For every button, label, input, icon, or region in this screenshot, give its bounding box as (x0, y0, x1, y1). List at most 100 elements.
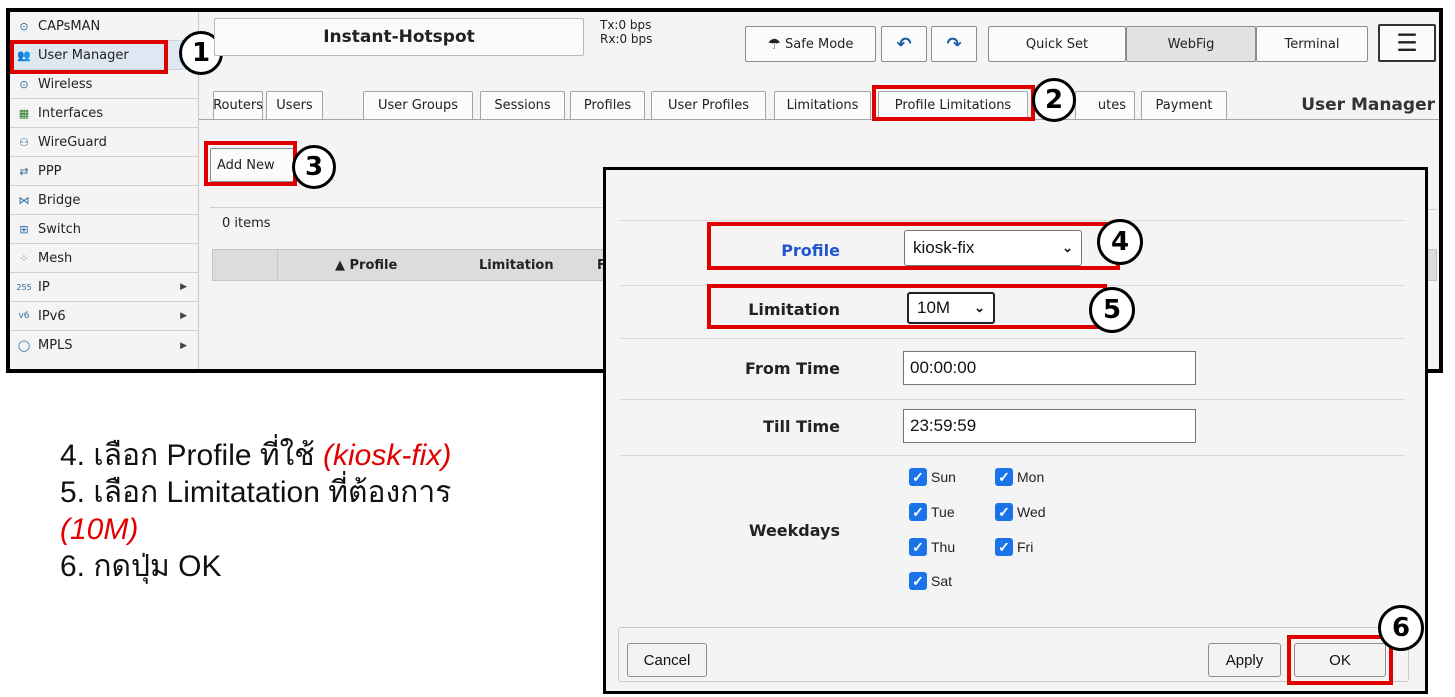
instruction-text: 4. เลือก Profile ที่ใช้ (60, 439, 323, 472)
sidebar-item-label: Interfaces (38, 105, 103, 121)
highlight-profile-limitations (872, 85, 1035, 121)
sidebar-item-label: CAPsMAN (38, 18, 101, 34)
highlight-limitation (707, 284, 1107, 329)
sidebar-item-wireless[interactable]: ⊙ Wireless (10, 70, 199, 99)
safe-mode-button[interactable]: ☂ Safe Mode (745, 26, 876, 62)
section-title: User Manager (1301, 95, 1435, 115)
checkbox-checked-icon: ✓ (909, 538, 927, 556)
mesh-icon: ⁘ (19, 251, 29, 265)
undo-button[interactable]: ↶ (881, 26, 927, 62)
step-3-marker: 3 (292, 145, 336, 189)
checkbox-label: Tue (931, 504, 955, 520)
tab-profiles[interactable]: Profiles (570, 91, 645, 119)
checkbox-checked-icon: ✓ (909, 468, 927, 486)
table-header: ▲ Profile Limitation F (212, 249, 612, 281)
till-time-label: Till Time (763, 417, 840, 436)
from-time-input[interactable]: 00:00:00 (903, 351, 1196, 385)
checkbox-sat[interactable]: ✓ Sat (909, 572, 952, 590)
step-2-marker: 2 (1032, 78, 1076, 122)
checkbox-checked-icon: ✓ (995, 538, 1013, 556)
checkbox-checked-icon: ✓ (909, 503, 927, 521)
ipv6-icon: v6 (18, 311, 30, 321)
column-header-profile[interactable]: ▲ Profile (335, 258, 397, 273)
dialog-divider (620, 220, 1405, 221)
umbrella-icon: ☂ (767, 35, 782, 53)
column-header-limitation[interactable]: Limitation (479, 258, 554, 273)
sidebar-item-bridge[interactable]: ⋈ Bridge (10, 186, 199, 215)
mpls-icon: ◯ (17, 339, 31, 352)
checkbox-wed[interactable]: ✓ Wed (995, 503, 1046, 521)
cancel-button[interactable]: Cancel (627, 643, 707, 677)
instruction-highlight: (kiosk-fix) (323, 439, 452, 472)
tx-rate: Tx:0 bps (600, 18, 652, 32)
traffic-readout: Tx:0 bps Rx:0 bps (600, 18, 710, 56)
highlight-ok (1287, 635, 1393, 685)
tab-attributes[interactable]: utes (1075, 91, 1135, 119)
quick-set-button[interactable]: Quick Set (988, 26, 1126, 62)
checkbox-mon[interactable]: ✓ Mon (995, 468, 1044, 486)
tab-limitations[interactable]: Limitations (774, 91, 871, 119)
redo-button[interactable]: ↷ (931, 26, 977, 62)
checkbox-label: Mon (1017, 469, 1045, 485)
sidebar-item-ip[interactable]: 255 IP ▶ (10, 273, 199, 302)
submenu-arrow-icon: ▶ (180, 282, 187, 292)
hamburger-icon: ☰ (1396, 29, 1418, 57)
sidebar-item-mpls[interactable]: ◯ MPLS ▶ (10, 331, 199, 360)
checkbox-fri[interactable]: ✓ Fri (995, 538, 1033, 556)
tab-sessions[interactable]: Sessions (480, 91, 565, 119)
sidebar-item-mesh[interactable]: ⁘ Mesh (10, 244, 199, 273)
tab-divider (199, 119, 1439, 120)
redo-icon: ↷ (946, 33, 962, 55)
highlight-profile (707, 222, 1120, 270)
tab-user-groups[interactable]: User Groups (363, 91, 473, 119)
tab-user-profiles[interactable]: User Profiles (651, 91, 766, 119)
submenu-arrow-icon: ▶ (180, 311, 187, 321)
sidebar-item-ipv6[interactable]: v6 IPv6 ▶ (10, 302, 199, 331)
sidebar-item-capsman[interactable]: ⊙ CAPsMAN (10, 12, 199, 41)
checkbox-tue[interactable]: ✓ Tue (909, 503, 955, 521)
instruction-step-5: 5. เลือก Limitatation ที่ต้องการ (60, 476, 452, 509)
hamburger-menu-button[interactable]: ☰ (1378, 24, 1436, 62)
ip-icon: 255 (16, 282, 32, 292)
safe-mode-label: Safe Mode (785, 36, 854, 52)
instruction-highlight: (10M) (60, 513, 139, 546)
sidebar-item-ppp[interactable]: ⇄ PPP (10, 157, 199, 186)
step-5-marker: 5 (1089, 287, 1135, 333)
checkbox-label: Sat (931, 573, 953, 589)
checkbox-label: Fri (1017, 539, 1034, 555)
checkbox-label: Thu (931, 539, 956, 555)
from-time-label: From Time (745, 359, 840, 378)
step-6-marker: 6 (1378, 605, 1424, 651)
sidebar-item-label: Mesh (38, 250, 73, 266)
wireless-icon: ⊙ (19, 77, 29, 91)
highlight-user-manager (10, 40, 168, 74)
wireguard-icon: ⚇ (19, 135, 29, 149)
sidebar-item-interfaces[interactable]: ▦ Interfaces (10, 99, 199, 128)
tab-routers[interactable]: Routers (213, 91, 263, 119)
sidebar-item-label: IPv6 (38, 308, 66, 324)
instruction-step-6: 6. กดปุ่ม OK (60, 550, 222, 583)
tab-users[interactable]: Users (266, 91, 323, 119)
column-divider (277, 250, 278, 280)
checkbox-checked-icon: ✓ (995, 503, 1013, 521)
weekdays-label: Weekdays (748, 521, 840, 540)
tab-payment[interactable]: Payment (1141, 91, 1227, 119)
apply-button[interactable]: Apply (1208, 643, 1281, 677)
checkbox-thu[interactable]: ✓ Thu (909, 538, 955, 556)
till-time-input[interactable]: 23:59:59 (903, 409, 1196, 443)
sidebar-item-wireguard[interactable]: ⚇ WireGuard (10, 128, 199, 157)
checkbox-sun[interactable]: ✓ Sun (909, 468, 956, 486)
dialog-divider (620, 399, 1405, 400)
sidebar-item-switch[interactable]: ⊞ Switch (10, 215, 199, 244)
terminal-button[interactable]: Terminal (1256, 26, 1368, 62)
webfig-button[interactable]: WebFig (1126, 26, 1256, 62)
checkbox-label: Wed (1017, 504, 1046, 520)
interfaces-icon: ▦ (18, 106, 30, 120)
dialog-divider (620, 338, 1405, 339)
device-name: Instant-Hotspot (214, 18, 584, 56)
sidebar-item-label: IP (38, 279, 50, 295)
undo-icon: ↶ (896, 33, 912, 55)
bridge-icon: ⋈ (18, 193, 30, 207)
sidebar-item-label: WireGuard (38, 134, 107, 150)
ppp-icon: ⇄ (19, 164, 29, 178)
